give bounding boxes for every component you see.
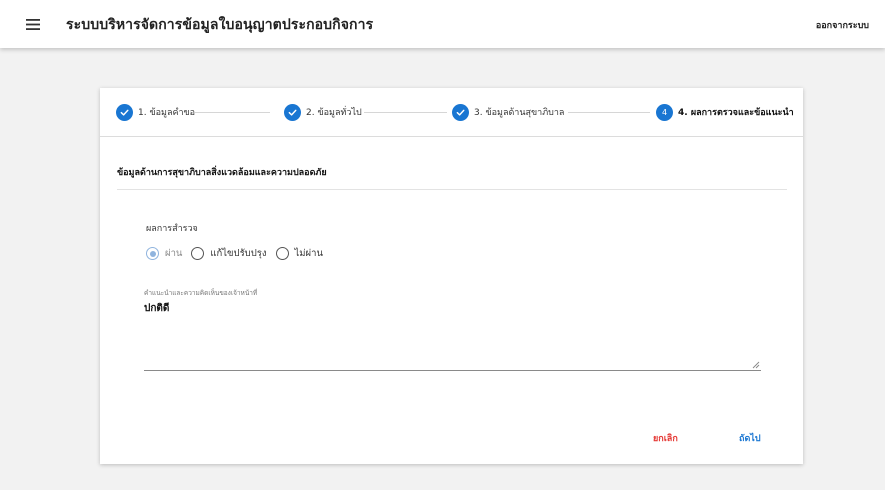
check-icon — [284, 103, 301, 121]
radio-fail[interactable]: ไม่ผ่าน — [275, 246, 323, 261]
hamburger-menu-icon — [26, 18, 40, 30]
step-connector — [568, 112, 650, 113]
section-divider — [117, 189, 787, 190]
step-1[interactable]: 1. ข้อมูลคำขอ — [116, 103, 195, 121]
app-bar: ระบบบริหารจัดการข้อมูลใบอนุญาตประกอบกิจก… — [0, 0, 885, 48]
radio-improve[interactable]: แก้ไขปรับปรุง — [191, 246, 267, 261]
menu-button[interactable] — [22, 14, 44, 34]
radio-pass-label: ผ่าน — [165, 248, 183, 259]
comment-label: คำแนะนำและความคิดเห็นของเจ้าหน้าที่ — [144, 289, 258, 297]
logout-link[interactable]: ออกจากระบบ — [816, 18, 869, 32]
step-connector — [195, 112, 270, 113]
step-2[interactable]: 2. ข้อมูลทั่วไป — [284, 103, 362, 121]
resize-grip-icon[interactable] — [752, 361, 760, 369]
radio-fail-label: ไม่ผ่าน — [294, 248, 323, 259]
result-radio-group: ผ่าน แก้ไขปรับปรุง ไม่ผ่าน — [146, 246, 332, 261]
radio-improve-label: แก้ไขปรับปรุง — [210, 248, 267, 259]
step-3[interactable]: 3. ข้อมูลด้านสุขาภิบาล — [452, 103, 564, 121]
radio-checked-icon — [146, 247, 159, 260]
result-label: ผลการสำรวจ — [146, 224, 198, 234]
step-3-label: 3. ข้อมูลด้านสุขาภิบาล — [474, 108, 565, 118]
form-card: 1. ข้อมูลคำขอ 2. ข้อมูลทั่วไป 3. ข้อมูลด… — [100, 88, 803, 464]
section-title: ข้อมูลด้านการสุขาภิบาลสิ่งแวดล้อมและความ… — [117, 168, 327, 178]
step-4-label: 4. ผลการตรวจและข้อแนะนำ — [678, 108, 794, 118]
check-icon — [116, 103, 133, 121]
stepper: 1. ข้อมูลคำขอ 2. ข้อมูลทั่วไป 3. ข้อมูลด… — [100, 88, 803, 137]
app-title: ระบบบริหารจัดการข้อมูลใบอนุญาตประกอบกิจก… — [66, 17, 374, 33]
comment-textarea[interactable]: คำแนะนำและความคิดเห็นของเจ้าหน้าที่ ปกติ… — [144, 288, 761, 371]
step-4[interactable]: 4 4. ผลการตรวจและข้อแนะนำ — [656, 103, 794, 121]
radio-pass[interactable]: ผ่าน — [146, 246, 182, 261]
step-1-label: 1. ข้อมูลคำขอ — [138, 108, 196, 118]
next-button[interactable]: ถัดไป — [739, 431, 761, 445]
check-icon — [452, 103, 469, 121]
radio-unchecked-icon — [275, 247, 289, 260]
step-2-label: 2. ข้อมูลทั่วไป — [306, 108, 362, 118]
cancel-button[interactable]: ยกเลิก — [653, 431, 678, 445]
comment-value[interactable]: ปกติดี — [144, 301, 169, 316]
step-connector — [364, 112, 447, 113]
radio-unchecked-icon — [191, 247, 205, 260]
step-4-number: 4 — [656, 103, 673, 121]
